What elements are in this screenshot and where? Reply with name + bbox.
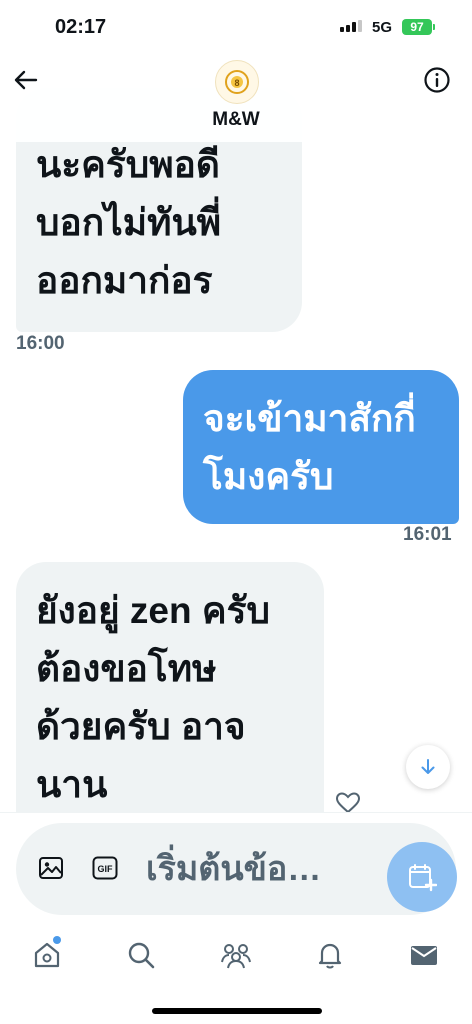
bottom-tab-bar: [0, 922, 472, 992]
avatar[interactable]: 8: [215, 60, 259, 104]
tab-notifications[interactable]: [315, 940, 345, 970]
conversation-header: 8 M&W: [0, 58, 472, 142]
envelope-icon: [411, 946, 437, 965]
tab-messages[interactable]: [409, 940, 439, 970]
battery-icon: 97: [402, 19, 432, 35]
arrow-left-icon: [14, 70, 38, 90]
info-button[interactable]: [423, 66, 451, 94]
message-timestamp: 16:00: [16, 333, 65, 354]
message-timestamp: 16:01: [403, 524, 452, 545]
scroll-to-bottom-button[interactable]: [406, 745, 450, 789]
svg-text:8: 8: [234, 78, 239, 88]
message-bubble-outgoing[interactable]: จะเข้ามาสักกี่ โมงครับ: [183, 370, 459, 524]
home-icon: [34, 942, 60, 968]
tab-search[interactable]: [126, 940, 156, 970]
status-time: 02:17: [55, 16, 107, 38]
communities-icon: [221, 944, 251, 969]
send-button[interactable]: [387, 842, 457, 912]
gif-label: GIF: [98, 864, 114, 874]
tab-communities[interactable]: [220, 940, 251, 970]
network-type: 5G: [372, 19, 393, 36]
bell-icon: [318, 943, 342, 969]
image-icon: [39, 857, 63, 879]
search-icon: [128, 942, 155, 969]
home-indicator[interactable]: [152, 1008, 322, 1014]
heart-icon[interactable]: [335, 792, 361, 812]
battery-level: 97: [410, 20, 424, 34]
message-bubble-incoming[interactable]: ยังอยู่ zen ครับ ต้องขอโทษ ด้วยครับ อาจ …: [16, 562, 324, 812]
back-button[interactable]: [12, 66, 40, 94]
message-input[interactable]: [146, 843, 386, 895]
contact-name[interactable]: M&W: [0, 109, 472, 131]
signal-strength-icon: [340, 20, 362, 32]
calendar-add-icon: [409, 864, 437, 892]
info-icon: [424, 67, 450, 93]
tab-home[interactable]: [32, 940, 62, 970]
image-button[interactable]: [38, 855, 64, 886]
gif-button[interactable]: GIF: [92, 856, 118, 885]
arrow-down-icon: [421, 759, 435, 774]
gif-icon: GIF: [92, 856, 118, 880]
status-bar: 02:17 5G 97: [0, 0, 472, 58]
home-notification-dot: [53, 936, 61, 944]
